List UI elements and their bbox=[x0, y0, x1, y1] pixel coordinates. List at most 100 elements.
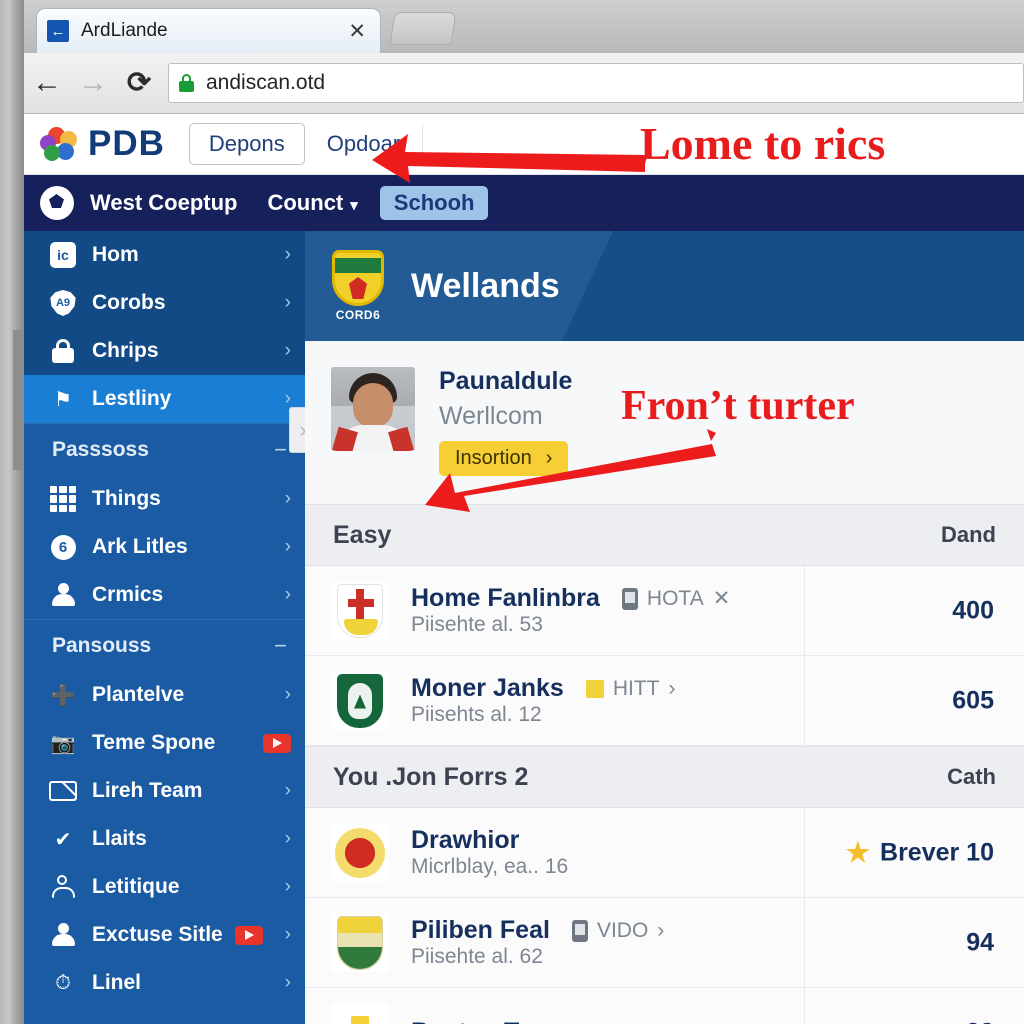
chevron-right-icon: › bbox=[545, 447, 553, 469]
new-tab-button[interactable] bbox=[389, 12, 457, 45]
web-page: PDB Depons Opdoar West Coeptup Counct ▾ S… bbox=[24, 114, 1024, 1024]
row-crest-icon: ♛ bbox=[331, 1003, 389, 1024]
sidebar-item-plantelve[interactable]: ➕ Plantelve › bbox=[24, 671, 305, 719]
sidebar-item-label: Things bbox=[92, 487, 161, 510]
row-value-text: 400 bbox=[952, 596, 994, 624]
row-tag[interactable]: VIDO › bbox=[571, 919, 664, 943]
back-icon[interactable]: ← bbox=[24, 68, 70, 98]
chevron-down-icon: ▾ bbox=[350, 197, 358, 214]
sidebar-expand-tab[interactable]: › bbox=[289, 407, 305, 453]
sidebar-section-pansouss[interactable]: Pansouss − bbox=[24, 619, 305, 671]
sidebar-item-things[interactable]: Things › bbox=[24, 475, 305, 523]
nav-competition-title: West Coeptup bbox=[90, 190, 238, 215]
row-value-text: 605 bbox=[952, 686, 994, 714]
sidebar-item-label: Lestliny bbox=[92, 387, 172, 410]
sidebar-item-hom[interactable]: ic Hom › bbox=[24, 231, 305, 279]
brand-name: PDB bbox=[88, 124, 165, 163]
sidebar-item-chrips[interactable]: Chrips › bbox=[24, 327, 305, 375]
person-icon bbox=[48, 582, 78, 608]
sidebar-section-label: Pansouss bbox=[52, 633, 152, 657]
sidebar-item-label: Linel bbox=[92, 971, 142, 994]
forward-icon[interactable]: → bbox=[70, 68, 116, 98]
chevron-right-icon: › bbox=[284, 780, 291, 801]
profile-name: Paunaldule bbox=[439, 367, 573, 395]
group-right-label: Cath bbox=[947, 764, 996, 789]
row-value: ★ Brever 10 bbox=[846, 837, 994, 868]
brand-nav: Depons Opdoar bbox=[188, 123, 424, 165]
row-tag-label: HOTA bbox=[646, 586, 704, 610]
address-bar[interactable]: andiscan.otd bbox=[168, 63, 1024, 103]
collapse-icon: − bbox=[274, 632, 287, 658]
row-main: Home Fanlinbra HOTA ✕ Piisehte al. 53 bbox=[411, 584, 1024, 637]
video-badge-icon bbox=[263, 733, 291, 753]
sidebar: ic Hom › A9 Corobs › Chrips › ⚑ Lestliny… bbox=[24, 231, 305, 1024]
sidebar-item-letitique[interactable]: Letitique › bbox=[24, 863, 305, 911]
row-crest-icon bbox=[331, 823, 389, 882]
nav-dropdown-counct[interactable]: Counct ▾ bbox=[267, 190, 357, 216]
sidebar-item-label: Lireh Team bbox=[92, 779, 203, 802]
sidebar-item-ark-litles[interactable]: 6 Ark Litles › bbox=[24, 523, 305, 571]
desktop-scrollbar-thumb[interactable] bbox=[13, 330, 22, 470]
row-tag[interactable]: ENCT › bbox=[586, 1021, 687, 1024]
brand-link-opdoar[interactable]: Opdoar bbox=[327, 131, 400, 157]
plus-circle-icon: ➕ bbox=[50, 684, 76, 707]
row-tag[interactable]: HOTA ✕ bbox=[621, 586, 731, 611]
sidebar-item-label: Plantelve bbox=[92, 683, 185, 706]
annotation-text-2: Fron’t turter bbox=[621, 383, 855, 429]
sidebar-item-label: Llaits bbox=[92, 827, 147, 850]
row-value-text: Brever 10 bbox=[880, 838, 994, 866]
chevron-right-icon[interactable]: › bbox=[657, 919, 664, 943]
browser-tabstrip: ← ArdLiande ✕ bbox=[24, 0, 1024, 53]
browser-tab[interactable]: ← ArdLiande ✕ bbox=[36, 8, 381, 53]
chevron-right-icon[interactable]: › bbox=[669, 677, 676, 701]
table-row[interactable]: Piliben Feal VIDO › Piisehte al. 62 94 bbox=[305, 898, 1024, 988]
sidebar-item-exctuse-sitle[interactable]: Exctuse Sitle › bbox=[24, 911, 305, 959]
avatar bbox=[331, 367, 415, 451]
grid-icon bbox=[48, 486, 78, 512]
phone-icon bbox=[571, 919, 588, 942]
chevron-right-icon: › bbox=[284, 584, 291, 605]
row-tag[interactable]: HITT › bbox=[585, 677, 676, 701]
sidebar-item-corobs[interactable]: A9 Corobs › bbox=[24, 279, 305, 327]
nav-chip-schooh[interactable]: Schooh bbox=[379, 186, 489, 220]
row-subtitle: Piisehts al. 12 bbox=[411, 703, 542, 726]
table-row[interactable]: Drawhior Micrlblay, ea.. 16 ★ Brever 10 bbox=[305, 808, 1024, 898]
brand-pill-depons[interactable]: Depons bbox=[188, 123, 305, 165]
insortion-button[interactable]: Insortion › bbox=[439, 441, 569, 476]
group-right-label: Dand bbox=[941, 522, 996, 547]
close-icon[interactable]: ✕ bbox=[713, 586, 731, 611]
annotation-text-1: Lome to rics bbox=[640, 118, 886, 169]
row-value: 94 bbox=[966, 928, 994, 957]
table-row[interactable]: Home Fanlinbra HOTA ✕ Piisehte al. 53 40… bbox=[305, 566, 1024, 656]
table-row[interactable]: Moner Janks HITT › Piisehts al. 12 605 bbox=[305, 656, 1024, 746]
sidebar-item-crmics[interactable]: Crmics › bbox=[24, 571, 305, 619]
sidebar-item-label: Corobs bbox=[92, 291, 166, 314]
row-crest-icon bbox=[331, 581, 389, 640]
close-icon[interactable]: ✕ bbox=[348, 19, 366, 44]
sidebar-item-linel[interactable]: ⏱ Linel › bbox=[24, 959, 305, 1007]
count-badge-value: 6 bbox=[50, 534, 76, 560]
sidebar-item-label: Letitique bbox=[92, 875, 180, 898]
row-crest-icon bbox=[331, 913, 389, 972]
sidebar-item-llaits[interactable]: ✔ Llaits › bbox=[24, 815, 305, 863]
sidebar-item-lireh-team[interactable]: Lireh Team › bbox=[24, 767, 305, 815]
reload-icon[interactable]: ⟳ bbox=[116, 68, 162, 98]
row-value: 605 bbox=[952, 686, 994, 715]
sidebar-item-label: Hom bbox=[92, 243, 139, 266]
clock-icon: ⏱ bbox=[55, 971, 71, 994]
row-value: 400 bbox=[952, 596, 994, 625]
chevron-right-icon: › bbox=[284, 536, 291, 557]
sidebar-item-label: Teme Spone bbox=[92, 731, 216, 754]
row-name: Bauton Taws bbox=[411, 1018, 565, 1024]
sidebar-item-lestliny[interactable]: ⚑ Lestliny › bbox=[24, 375, 305, 423]
sidebar-item-teme-spone[interactable]: 📷 Teme Spone bbox=[24, 719, 305, 767]
table-row[interactable]: ♛ Bauton Taws ENCT › bbox=[305, 988, 1024, 1024]
sidebar-section-passsoss[interactable]: Passsoss − bbox=[24, 423, 305, 475]
yellow-shield-icon bbox=[585, 679, 604, 698]
brand-divider bbox=[422, 125, 424, 163]
row-divider bbox=[804, 656, 805, 745]
chevron-right-icon: › bbox=[284, 292, 291, 313]
desktop-scrollbar-track[interactable] bbox=[0, 0, 24, 1024]
chevron-right-icon[interactable]: › bbox=[680, 1021, 687, 1024]
profile-subtitle: Werllcom bbox=[439, 402, 543, 430]
